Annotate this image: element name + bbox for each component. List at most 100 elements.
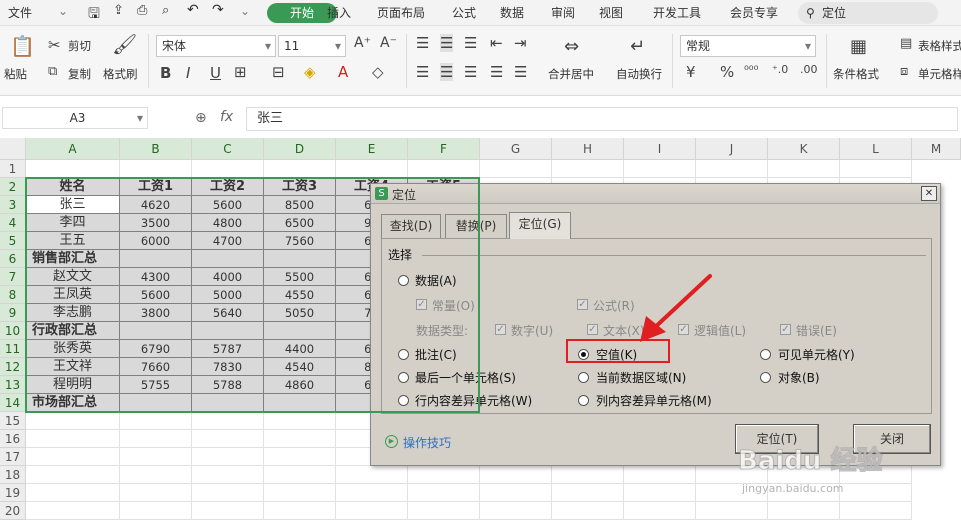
table-cell[interactable]	[768, 160, 840, 178]
table-cell[interactable]	[336, 484, 408, 502]
row-header[interactable]: 1	[0, 160, 26, 178]
row-header[interactable]: 5	[0, 232, 26, 250]
table-cell[interactable]	[26, 448, 120, 466]
radio-visible[interactable]	[760, 349, 771, 360]
row-header[interactable]: 3	[0, 196, 26, 214]
checkbox-error[interactable]: ✓	[780, 324, 791, 335]
table-cell[interactable]	[408, 466, 480, 484]
strikethrough-icon[interactable]: ⊟	[272, 63, 285, 81]
conditional-format-icon[interactable]: ▦	[850, 36, 867, 57]
font-color-icon[interactable]: A	[338, 63, 348, 81]
column-header[interactable]: A	[26, 138, 120, 160]
table-cell[interactable]	[552, 484, 624, 502]
column-header[interactable]: C	[192, 138, 264, 160]
indent-increase-icon[interactable]: ⇥	[514, 34, 527, 52]
row-header[interactable]: 4	[0, 214, 26, 232]
align-right-icon[interactable]: ☰	[464, 63, 477, 81]
table-cell[interactable]	[624, 502, 696, 520]
row-header[interactable]: 10	[0, 322, 26, 340]
table-cell[interactable]	[192, 430, 264, 448]
align-center-icon[interactable]: ☰	[440, 63, 454, 81]
merge-center-button[interactable]: 合并居中	[548, 66, 594, 82]
fill-color-icon[interactable]: ◈	[304, 63, 316, 81]
percent-icon[interactable]: %	[720, 63, 734, 81]
table-cell[interactable]	[264, 430, 336, 448]
tab-developer[interactable]: 开发工具	[653, 4, 701, 21]
brush-icon[interactable]: 🖌	[112, 32, 137, 56]
table-cell[interactable]	[120, 412, 192, 430]
row-header[interactable]: 2	[0, 178, 26, 196]
table-cell[interactable]	[192, 502, 264, 520]
align-left-icon[interactable]: ☰	[416, 63, 429, 81]
table-cell[interactable]	[264, 466, 336, 484]
align-top-icon[interactable]: ☰	[416, 34, 429, 52]
checkbox-text[interactable]: ✓	[587, 324, 598, 335]
table-cell[interactable]	[480, 502, 552, 520]
wrap-text-button[interactable]: 自动换行	[616, 66, 662, 82]
select-all-corner[interactable]	[0, 138, 26, 160]
scissors-icon[interactable]: ✂	[48, 36, 61, 54]
table-cell[interactable]	[26, 466, 120, 484]
clear-format-icon[interactable]: ◇	[372, 63, 384, 81]
table-cell[interactable]	[480, 484, 552, 502]
row-header[interactable]: 11	[0, 340, 26, 358]
merge-icon[interactable]: ⇔	[564, 36, 579, 57]
table-cell[interactable]	[624, 160, 696, 178]
column-header[interactable]: L	[840, 138, 912, 160]
align-middle-icon[interactable]: ☰	[440, 34, 454, 52]
table-cell[interactable]	[192, 160, 264, 178]
table-cell[interactable]	[624, 484, 696, 502]
row-header[interactable]: 12	[0, 358, 26, 376]
row-header[interactable]: 9	[0, 304, 26, 322]
column-header[interactable]: K	[768, 138, 840, 160]
cell-style-button[interactable]: 单元格样	[918, 66, 961, 82]
column-header[interactable]: D	[264, 138, 336, 160]
table-cell[interactable]	[408, 484, 480, 502]
table-style-button[interactable]: 表格样式	[918, 38, 961, 54]
row-header[interactable]: 8	[0, 286, 26, 304]
indent-decrease-icon[interactable]: ⇤	[490, 34, 503, 52]
wrap-icon[interactable]: ↵	[630, 36, 645, 57]
close-icon[interactable]: ✕	[921, 186, 937, 201]
radio-object[interactable]	[760, 372, 771, 383]
row-header[interactable]: 14	[0, 394, 26, 412]
fx-icon[interactable]: fx	[220, 109, 233, 125]
table-cell[interactable]	[192, 466, 264, 484]
font-name-select[interactable]: 宋体 ▾	[156, 35, 276, 57]
table-cell[interactable]	[408, 160, 480, 178]
table-cell[interactable]	[696, 502, 768, 520]
table-cell[interactable]	[120, 502, 192, 520]
more-icon[interactable]: ⌄	[240, 4, 250, 18]
row-header[interactable]: 13	[0, 376, 26, 394]
column-header[interactable]: F	[408, 138, 480, 160]
row-header[interactable]: 19	[0, 484, 26, 502]
row-header[interactable]: 18	[0, 466, 26, 484]
name-box[interactable]: A3 ▾	[2, 107, 148, 129]
border-icon[interactable]: ⊞	[234, 63, 247, 81]
tab-insert[interactable]: 插入	[327, 4, 351, 21]
play-icon[interactable]: ▶	[385, 435, 398, 448]
row-header[interactable]: 16	[0, 430, 26, 448]
export-icon[interactable]: ⇪	[113, 3, 124, 18]
row-header[interactable]: 17	[0, 448, 26, 466]
table-cell[interactable]	[26, 412, 120, 430]
copy-icon[interactable]: ⧉	[48, 64, 57, 79]
chevron-down-icon[interactable]: ⌄	[58, 4, 68, 18]
underline-button[interactable]: U	[210, 64, 221, 82]
table-cell[interactable]	[840, 484, 912, 502]
search-box[interactable]: ⚲ 定位	[798, 2, 938, 24]
table-cell[interactable]	[120, 484, 192, 502]
table-cell[interactable]	[480, 466, 552, 484]
table-cell[interactable]	[264, 448, 336, 466]
redo-icon[interactable]: ↷	[212, 2, 224, 18]
table-cell[interactable]	[264, 412, 336, 430]
checkbox-number[interactable]: ✓	[495, 324, 506, 335]
print-icon[interactable]: ⎙	[137, 3, 147, 18]
table-cell[interactable]	[336, 160, 408, 178]
table-cell[interactable]	[26, 502, 120, 520]
number-format-select[interactable]: 常规 ▾	[680, 35, 816, 57]
table-cell[interactable]	[264, 484, 336, 502]
shrink-font-icon[interactable]: A⁻	[380, 35, 397, 51]
table-cell[interactable]	[120, 466, 192, 484]
justify-icon[interactable]: ☰	[490, 63, 503, 81]
